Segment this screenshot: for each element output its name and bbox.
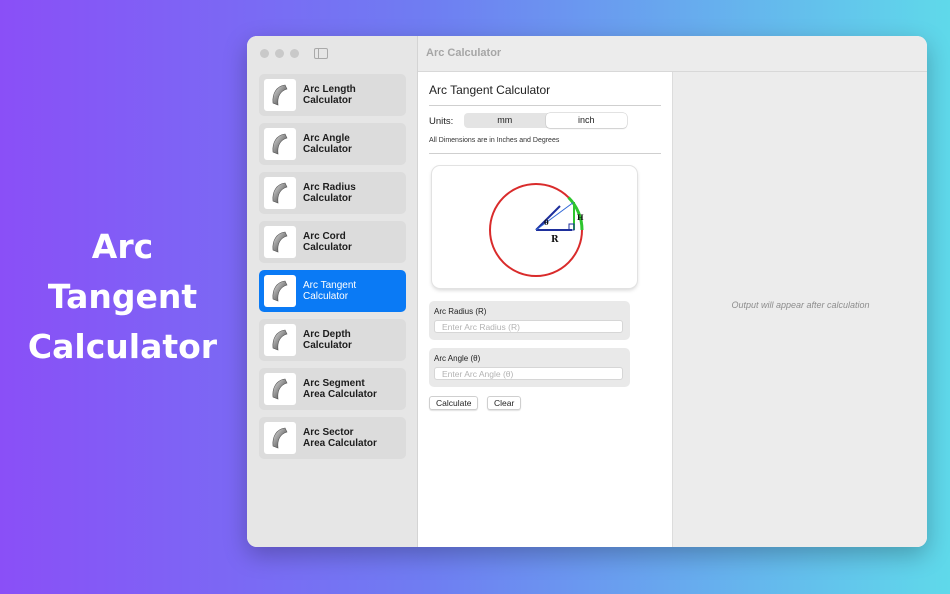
sidebar-toggle-icon[interactable] <box>314 48 328 59</box>
promo-line-2: Tangent <box>47 277 198 316</box>
minimize-window-button[interactable] <box>275 49 284 58</box>
tangent-line <box>535 201 575 231</box>
page-title: Arc Tangent Calculator <box>429 83 551 97</box>
unit-option-inch[interactable]: inch <box>545 113 627 128</box>
clear-button[interactable]: Clear <box>487 396 522 410</box>
arc-tangent-figure: θ H R <box>489 183 584 277</box>
units-note: All Dimensions are in Inches and Degrees <box>429 137 560 144</box>
sidebar-item-arc-length[interactable]: Arc Length Calculator <box>259 74 406 116</box>
units-label: Units: <box>429 116 454 127</box>
calculate-button[interactable]: Calculate <box>429 396 479 410</box>
sidebar-item-label: Arc Radius Calculator <box>303 181 356 205</box>
theta-label: θ <box>544 218 549 227</box>
sidebar-item-label: Arc Angle Calculator <box>303 132 352 156</box>
unit-option-mm[interactable]: mm <box>464 113 546 128</box>
arc-icon <box>264 422 296 454</box>
radius-label: Arc Radius (R) <box>434 307 487 316</box>
sidebar-item-label: Arc Tangent Calculator <box>303 279 357 303</box>
divider <box>429 105 661 106</box>
arc-icon <box>264 226 296 258</box>
arc-icon <box>264 373 296 405</box>
calculator-panel: Arc Tangent Calculator Units: mm inch Al… <box>418 72 672 547</box>
close-window-button[interactable] <box>260 49 269 58</box>
arc-tangent-diagram: θ H R <box>432 166 637 288</box>
sidebar-item-arc-sector-area[interactable]: Arc Sector Area Calculator <box>259 417 406 459</box>
output-placeholder: Output will appear after calculation <box>731 299 870 310</box>
zoom-window-button[interactable] <box>290 49 299 58</box>
divider <box>429 153 661 154</box>
promo-title: Arc Tangent Calculator <box>20 222 225 372</box>
arc-icon <box>264 128 296 160</box>
sidebar-item-arc-cord[interactable]: Arc Cord Calculator <box>259 221 406 263</box>
height-label: H <box>577 213 584 222</box>
sidebar-item-label: Arc Sector Area Calculator <box>303 426 377 450</box>
units-segmented-control: mm inch <box>464 113 627 128</box>
sidebar-item-arc-depth[interactable]: Arc Depth Calculator <box>259 319 406 361</box>
window-title: Arc Calculator <box>426 47 502 59</box>
sidebar-item-arc-angle[interactable]: Arc Angle Calculator <box>259 123 406 165</box>
promo-line-1: Arc <box>91 227 154 266</box>
arc-icon <box>264 79 296 111</box>
angle-group: Arc Angle (θ) <box>429 348 630 387</box>
arc-icon <box>264 275 296 307</box>
sidebar: Arc Length Calculator Arc Angle Calculat… <box>247 36 418 547</box>
radius-input[interactable] <box>434 320 623 333</box>
radius-group: Arc Radius (R) <box>429 301 630 340</box>
angle-input[interactable] <box>434 367 623 380</box>
sidebar-item-arc-tangent[interactable]: Arc Tangent Calculator <box>259 270 406 312</box>
sidebar-item-label: Arc Depth Calculator <box>303 328 352 352</box>
window-controls <box>260 49 299 58</box>
promo-line-3: Calculator <box>27 327 218 366</box>
sidebar-item-label: Arc Segment Area Calculator <box>303 377 377 401</box>
sidebar-item-arc-segment-area[interactable]: Arc Segment Area Calculator <box>259 368 406 410</box>
arc-icon <box>264 324 296 356</box>
sidebar-item-label: Arc Length Calculator <box>303 83 356 107</box>
sidebar-item-arc-radius[interactable]: Arc Radius Calculator <box>259 172 406 214</box>
title-bar: Arc Calculator <box>418 36 927 72</box>
sidebar-item-label: Arc Cord Calculator <box>303 230 352 254</box>
app-window: Arc Length Calculator Arc Angle Calculat… <box>247 36 927 547</box>
angle-label: Arc Angle (θ) <box>434 354 481 363</box>
arc-icon <box>264 177 296 209</box>
output-panel: Output will appear after calculation <box>672 72 927 547</box>
radius-label: R <box>551 235 559 245</box>
